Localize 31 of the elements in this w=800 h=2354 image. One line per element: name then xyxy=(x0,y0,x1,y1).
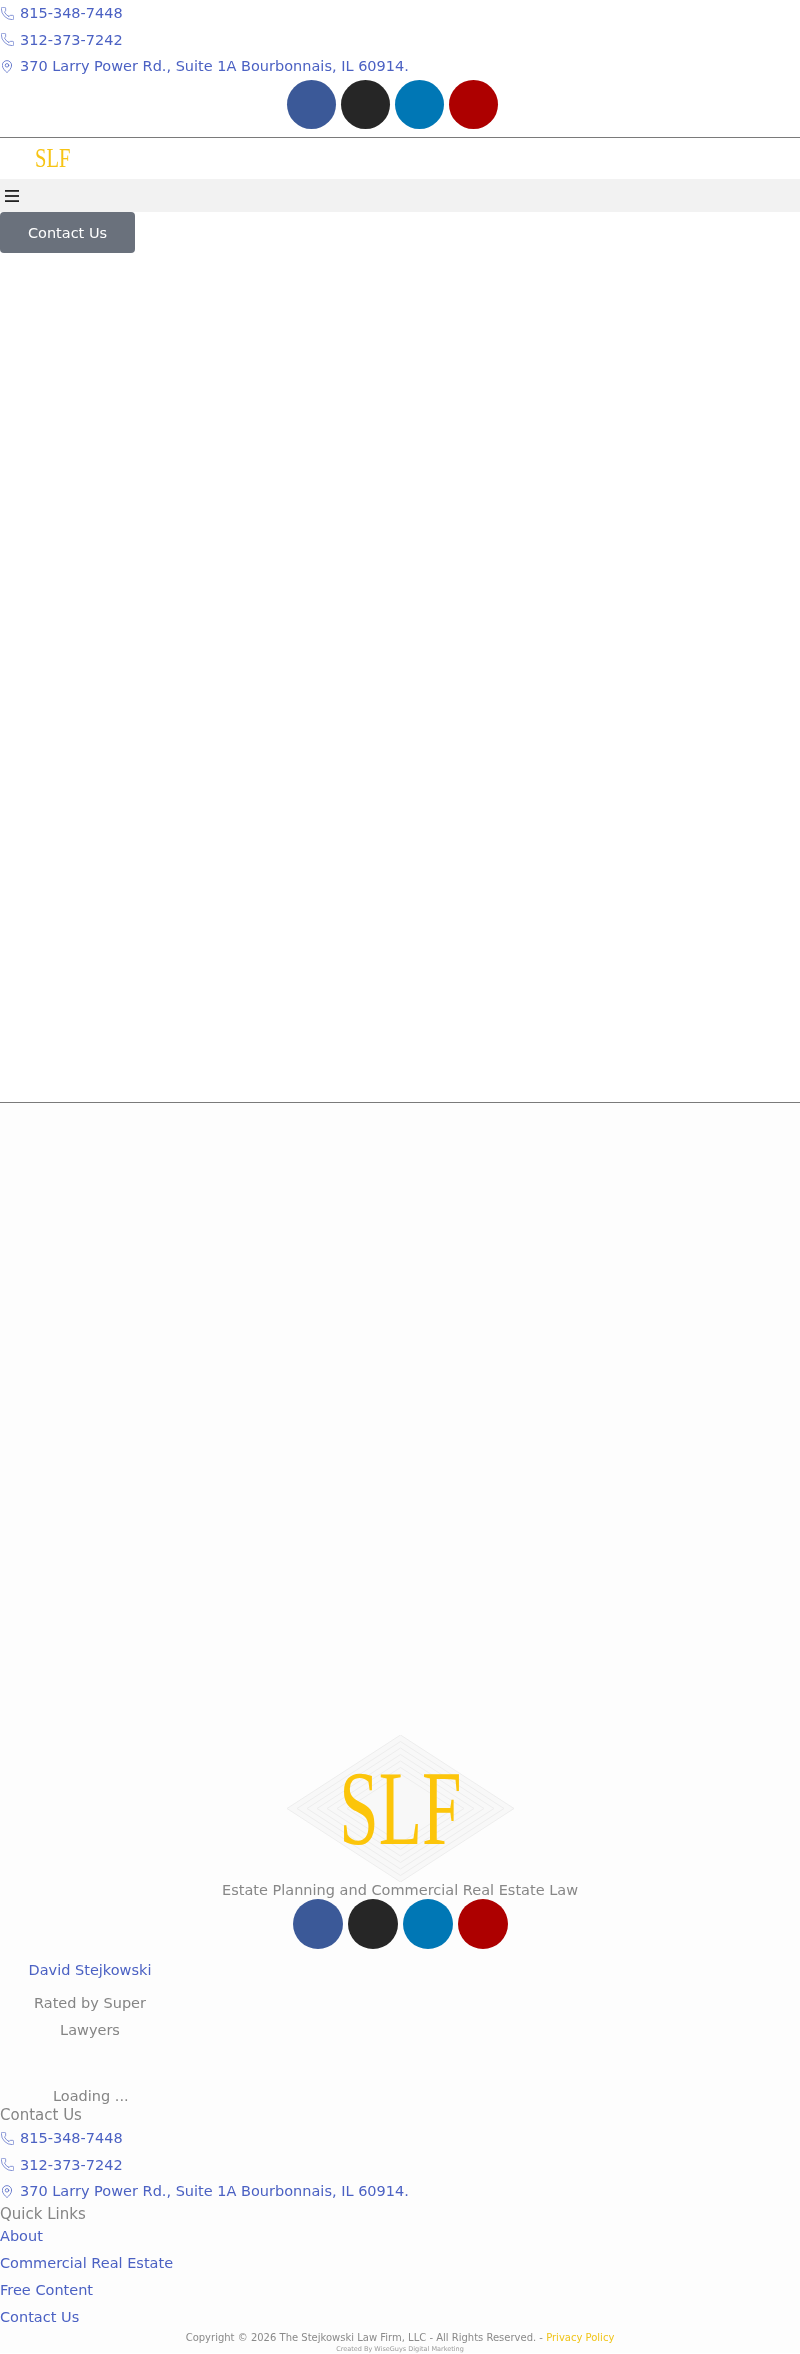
loading-text: Loading ... xyxy=(53,2088,129,2105)
quick-link[interactable]: Free Content xyxy=(0,2276,94,2304)
menu-icon[interactable] xyxy=(5,189,19,202)
contact-us-button[interactable]: Contact Us xyxy=(0,212,135,253)
phone-icon xyxy=(0,6,14,20)
contact-heading: Contact Us xyxy=(0,2105,82,2125)
footer-logo: SLF xyxy=(338,1755,462,1862)
attorney-name-link[interactable]: David Stejkowski xyxy=(28,1957,152,1984)
quick-link[interactable]: Commercial Real Estate xyxy=(0,2249,174,2277)
phone-icon xyxy=(0,2131,14,2145)
quick-link[interactable]: Contact Us xyxy=(0,2303,80,2331)
quick-link[interactable]: About xyxy=(0,2222,43,2250)
phone-link[interactable]: 815-348-7448 xyxy=(0,0,123,27)
map-pin-icon xyxy=(2,59,12,73)
phone-icon xyxy=(0,2158,14,2172)
phone-link[interactable]: 312-373-7242 xyxy=(0,26,123,53)
copyright-text: Copyright © 2026 The Stejkowski Law Firm, LLC - All Rights Reserved. - Privacy Policy xyxy=(185,2330,615,2345)
phone-icon xyxy=(0,33,14,47)
circle-icon[interactable] xyxy=(347,1899,398,1949)
circle-icon[interactable] xyxy=(457,1899,508,1949)
address-link[interactable]: 370 Larry Power Rd., Suite 1A Bourbonnais, IL 60914. xyxy=(0,2178,409,2205)
quick-links-heading: Quick Links xyxy=(0,2204,86,2223)
rating-caption: Rated by Super Lawyers xyxy=(33,1994,147,2040)
address-link[interactable]: 370 Larry Power Rd., Suite 1A Bourbonnais, IL 60914. xyxy=(0,53,409,80)
phone-link[interactable]: 312-373-7242 xyxy=(0,2151,123,2178)
circle-icon[interactable] xyxy=(448,79,498,129)
phone-link[interactable]: 815-348-7448 xyxy=(0,2125,123,2152)
map-pin-icon xyxy=(2,2184,12,2198)
tagline: Estate Planning and Commercial Real Estate Law xyxy=(222,1881,578,1900)
circle-icon[interactable] xyxy=(340,79,390,129)
circle-icon[interactable] xyxy=(292,1899,343,1949)
